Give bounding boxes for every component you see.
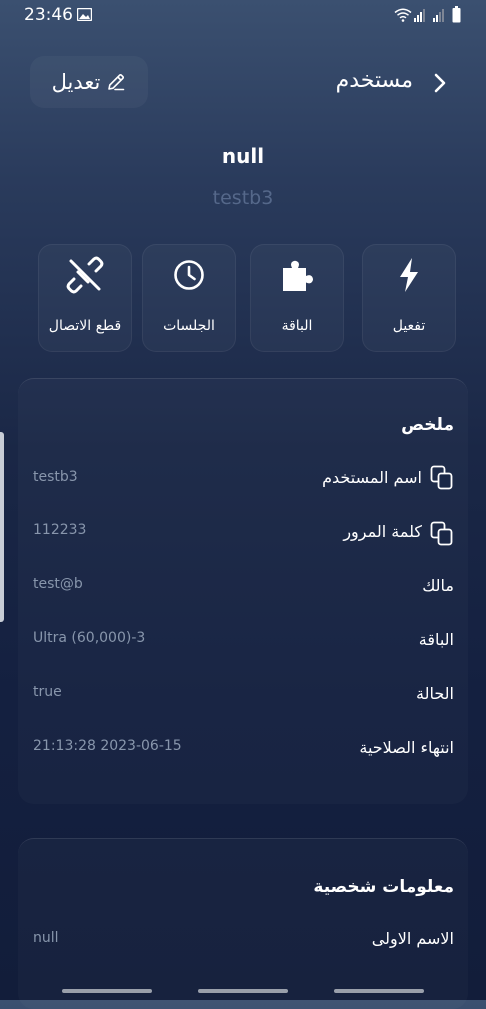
- copy-icon-2[interactable]: [430, 521, 454, 547]
- nav-home[interactable]: [198, 989, 288, 993]
- expiry-value: 21:13:28 2023-06-15: [33, 738, 182, 754]
- edit-label: تعديل: [51, 70, 101, 94]
- username-value: testb3: [33, 469, 78, 485]
- signal-icon-2: [433, 9, 444, 22]
- owner-value: test@b: [33, 576, 83, 592]
- profile-username: testb3: [212, 187, 274, 209]
- wifi-icon: [394, 8, 412, 22]
- owner-label: مالك: [422, 576, 454, 595]
- personal-info-title: معلومات شخصية: [313, 877, 454, 897]
- username-label: اسم المستخدم: [322, 468, 422, 487]
- pencil-icon: [108, 74, 125, 91]
- disconnect-label: قطع الاتصال: [48, 318, 122, 334]
- disconnect-button[interactable]: قطع الاتصال: [38, 244, 132, 352]
- status-label: الحالة: [416, 684, 454, 703]
- nav-back[interactable]: [334, 989, 424, 993]
- clock-icon: [174, 260, 204, 290]
- edit-button[interactable]: تعديل: [30, 56, 148, 108]
- copy-icon[interactable]: [430, 465, 454, 491]
- password-label: كلمة المرور: [343, 522, 422, 541]
- sessions-label: الجلسات: [163, 318, 215, 334]
- activate-label: تفعيل: [392, 318, 426, 334]
- chevron-right-icon[interactable]: [430, 72, 450, 94]
- package-button[interactable]: الباقة: [250, 244, 344, 352]
- nav-recents[interactable]: [62, 989, 152, 993]
- puzzle-icon: [283, 260, 313, 291]
- summary-card: ملخص اسم المستخدم testb3 كلمة المرور 112…: [18, 378, 468, 804]
- package-label-row: الباقة: [418, 630, 454, 649]
- status-time: 23:46: [24, 5, 73, 25]
- package-value: Ultra (60,000)-3: [33, 630, 146, 646]
- first-name-value: null: [33, 930, 59, 946]
- signal-icon: [414, 9, 425, 22]
- expiry-label: انتهاء الصلاحية: [359, 738, 454, 757]
- personal-info-card: معلومات شخصية الاسم الاولى null: [18, 838, 468, 1009]
- profile-name: null: [221, 144, 265, 168]
- lightning-icon: [400, 258, 418, 292]
- page-title: مستخدم: [335, 68, 413, 93]
- summary-title: ملخص: [401, 415, 454, 435]
- status-value: true: [33, 684, 62, 700]
- battery-icon: [452, 6, 461, 23]
- first-name-label: الاسم الاولى: [371, 929, 454, 948]
- sessions-button[interactable]: الجلسات: [142, 244, 236, 352]
- status-bar: 23:46: [0, 0, 486, 30]
- activate-button[interactable]: تفعيل: [362, 244, 456, 352]
- gallery-icon: [77, 8, 92, 21]
- edge-panel-handle[interactable]: [0, 432, 4, 622]
- password-value: 112233: [33, 522, 87, 538]
- package-label: الباقة: [281, 318, 313, 334]
- disconnect-icon: [66, 256, 104, 294]
